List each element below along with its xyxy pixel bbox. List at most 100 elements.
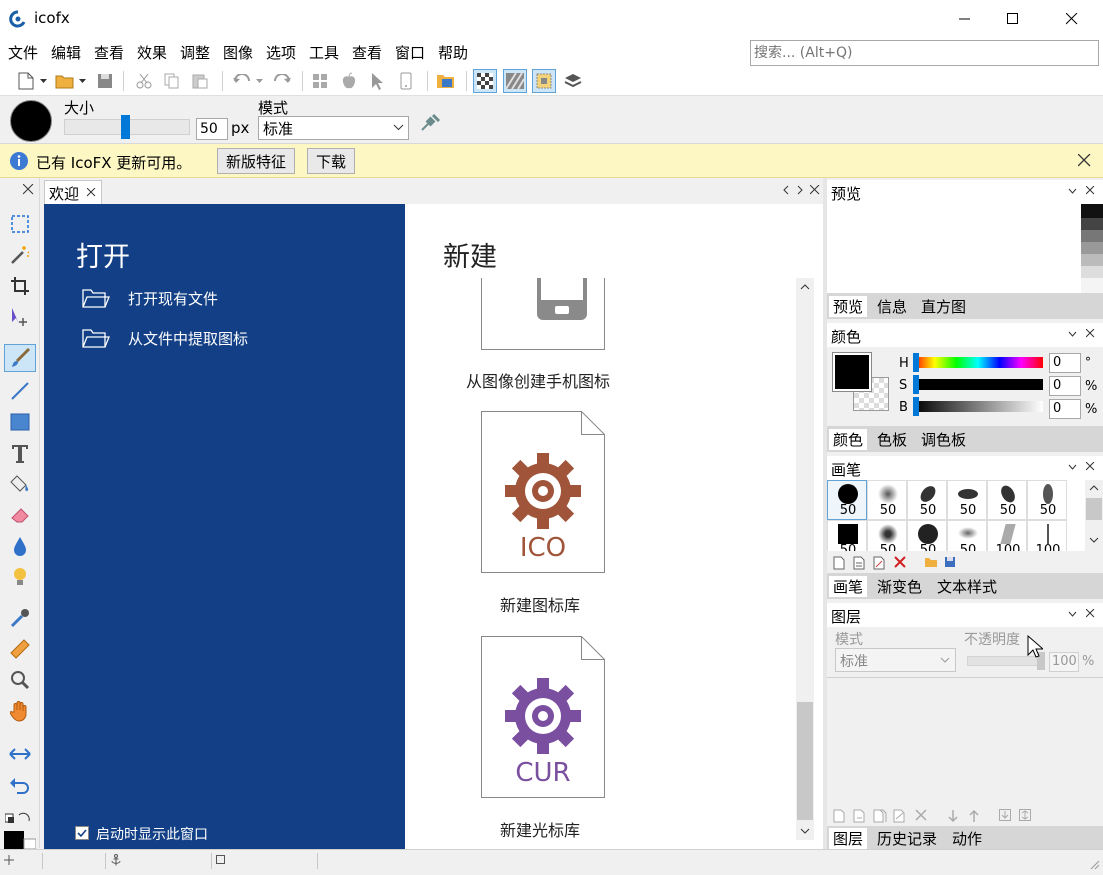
- brush-item[interactable]: 50: [867, 480, 907, 520]
- brush-item[interactable]: 50: [1027, 480, 1067, 520]
- scroll-down-icon[interactable]: [800, 828, 810, 834]
- tab-actions[interactable]: 动作: [952, 828, 982, 849]
- welcome-scrollbar[interactable]: [796, 278, 814, 840]
- brush-item[interactable]: 50: [987, 480, 1027, 520]
- open-existing-file-link[interactable]: 打开现有文件: [128, 288, 218, 309]
- copy-icon[interactable]: [160, 69, 184, 93]
- move-layer-down-icon[interactable]: [947, 809, 959, 823]
- delete-layer-icon[interactable]: [915, 809, 927, 821]
- menu-help[interactable]: 帮助: [438, 42, 468, 63]
- saturation-slider[interactable]: [913, 379, 1043, 390]
- brush-scroll-thumb[interactable]: [1086, 498, 1102, 520]
- features-button[interactable]: 新版特征: [217, 148, 296, 174]
- menu-file[interactable]: 文件: [8, 42, 38, 63]
- tab-welcome[interactable]: 欢迎: [44, 180, 102, 204]
- download-button[interactable]: 下载: [307, 148, 356, 174]
- windows-icon[interactable]: [308, 69, 332, 93]
- brush-item[interactable]: 50: [947, 480, 987, 520]
- primary-color-box[interactable]: [832, 352, 872, 392]
- tab-preview[interactable]: 预览: [829, 296, 868, 317]
- saturation-thumb[interactable]: [913, 375, 919, 394]
- brush-item[interactable]: 100: [1027, 520, 1067, 551]
- brush-icon[interactable]: [4, 344, 36, 372]
- swap-colors-icon[interactable]: [5, 812, 33, 826]
- eraser-icon[interactable]: [4, 501, 36, 529]
- ruler-icon[interactable]: [4, 635, 36, 663]
- brush-item[interactable]: 50: [827, 520, 867, 551]
- startup-checkbox[interactable]: [75, 826, 89, 840]
- crop-icon[interactable]: [4, 272, 36, 300]
- save-brushes-icon[interactable]: [944, 556, 956, 568]
- mode-select[interactable]: 标准: [258, 116, 409, 140]
- brush-item[interactable]: 50: [907, 480, 947, 520]
- grid-icon[interactable]: [503, 69, 527, 93]
- brush-scroll-down-icon[interactable]: [1089, 537, 1099, 543]
- menu-edit[interactable]: 编辑: [51, 42, 81, 63]
- merge-down-icon[interactable]: [999, 809, 1011, 821]
- layers-collapse-icon[interactable]: [1068, 611, 1077, 617]
- tab-scroll-right-icon[interactable]: [796, 185, 804, 195]
- tab-scroll-left-icon[interactable]: [782, 185, 790, 195]
- menu-options[interactable]: 选项: [266, 42, 296, 63]
- brush-item[interactable]: 50: [827, 480, 867, 520]
- new-file-icon[interactable]: [14, 69, 38, 93]
- rect-select-icon[interactable]: [4, 210, 36, 238]
- duplicate-brush-icon[interactable]: [853, 556, 865, 570]
- brush-scroll-up-icon[interactable]: [1089, 485, 1099, 491]
- tab-brushes[interactable]: 画笔: [829, 576, 868, 597]
- brush-collapse-icon[interactable]: [1068, 464, 1077, 470]
- size-slider-thumb[interactable]: [121, 115, 130, 139]
- extract-icons-link[interactable]: 从文件中提取图标: [128, 328, 248, 349]
- zoom-icon[interactable]: [4, 666, 36, 694]
- menu-adjust[interactable]: 调整: [180, 42, 210, 63]
- line-icon[interactable]: [4, 377, 36, 405]
- tab-text-styles[interactable]: 文本样式: [937, 576, 997, 597]
- close-document-icon[interactable]: [810, 185, 820, 195]
- open-folder-icon[interactable]: [53, 69, 77, 93]
- color-collapse-icon[interactable]: [1068, 331, 1077, 337]
- color-close-icon[interactable]: [1086, 329, 1095, 338]
- paste-icon[interactable]: [188, 69, 212, 93]
- brush-scrollbar[interactable]: [1085, 480, 1103, 551]
- merge-layer-icon[interactable]: [893, 809, 907, 823]
- undo-tool-icon[interactable]: [4, 772, 36, 800]
- layer-opacity-input[interactable]: 100: [1049, 652, 1079, 672]
- drop-icon[interactable]: [4, 532, 36, 560]
- eyedropper-icon[interactable]: [4, 604, 36, 632]
- move-layer-up-icon[interactable]: [968, 809, 980, 823]
- maximize-button[interactable]: [990, 0, 1036, 38]
- close-tools-icon[interactable]: [23, 184, 34, 195]
- tab-history[interactable]: 历史记录: [877, 828, 937, 849]
- layers-icon[interactable]: [561, 69, 585, 93]
- close-tab-icon[interactable]: [87, 188, 96, 197]
- new-file-dropdown-icon[interactable]: [38, 69, 50, 93]
- hand-icon[interactable]: [4, 697, 36, 725]
- menu-view[interactable]: 查看: [94, 42, 124, 63]
- new-icon-library-card[interactable]: ICO: [481, 411, 605, 573]
- magic-wand-icon[interactable]: [4, 241, 36, 269]
- scroll-thumb[interactable]: [797, 702, 813, 820]
- flip-icon[interactable]: [4, 740, 36, 768]
- search-input[interactable]: [750, 40, 1099, 66]
- tab-histogram[interactable]: 直方图: [921, 296, 966, 317]
- flatten-icon[interactable]: [1019, 809, 1031, 821]
- menu-window[interactable]: 窗口: [395, 42, 425, 63]
- light-bulb-icon[interactable]: [4, 563, 36, 591]
- primary-color-swatch[interactable]: [4, 831, 36, 849]
- preview-collapse-icon[interactable]: [1068, 188, 1077, 194]
- close-notification-icon[interactable]: [1078, 154, 1091, 167]
- brush-item[interactable]: 50: [907, 520, 947, 551]
- brightness-thumb[interactable]: [913, 397, 919, 416]
- redo-icon[interactable]: [270, 69, 294, 93]
- delete-brush-icon[interactable]: [894, 556, 906, 568]
- new-brush-icon[interactable]: [833, 556, 845, 570]
- undo-icon[interactable]: [230, 69, 254, 93]
- hue-input[interactable]: 0: [1049, 353, 1081, 373]
- layers-close-icon[interactable]: [1086, 609, 1095, 618]
- import-layer-icon[interactable]: [853, 809, 865, 823]
- tab-info[interactable]: 信息: [877, 296, 907, 317]
- tab-color[interactable]: 颜色: [829, 429, 868, 450]
- menu-tools[interactable]: 工具: [309, 42, 339, 63]
- saturation-input[interactable]: 0: [1049, 376, 1081, 396]
- tab-palette[interactable]: 调色板: [921, 429, 966, 450]
